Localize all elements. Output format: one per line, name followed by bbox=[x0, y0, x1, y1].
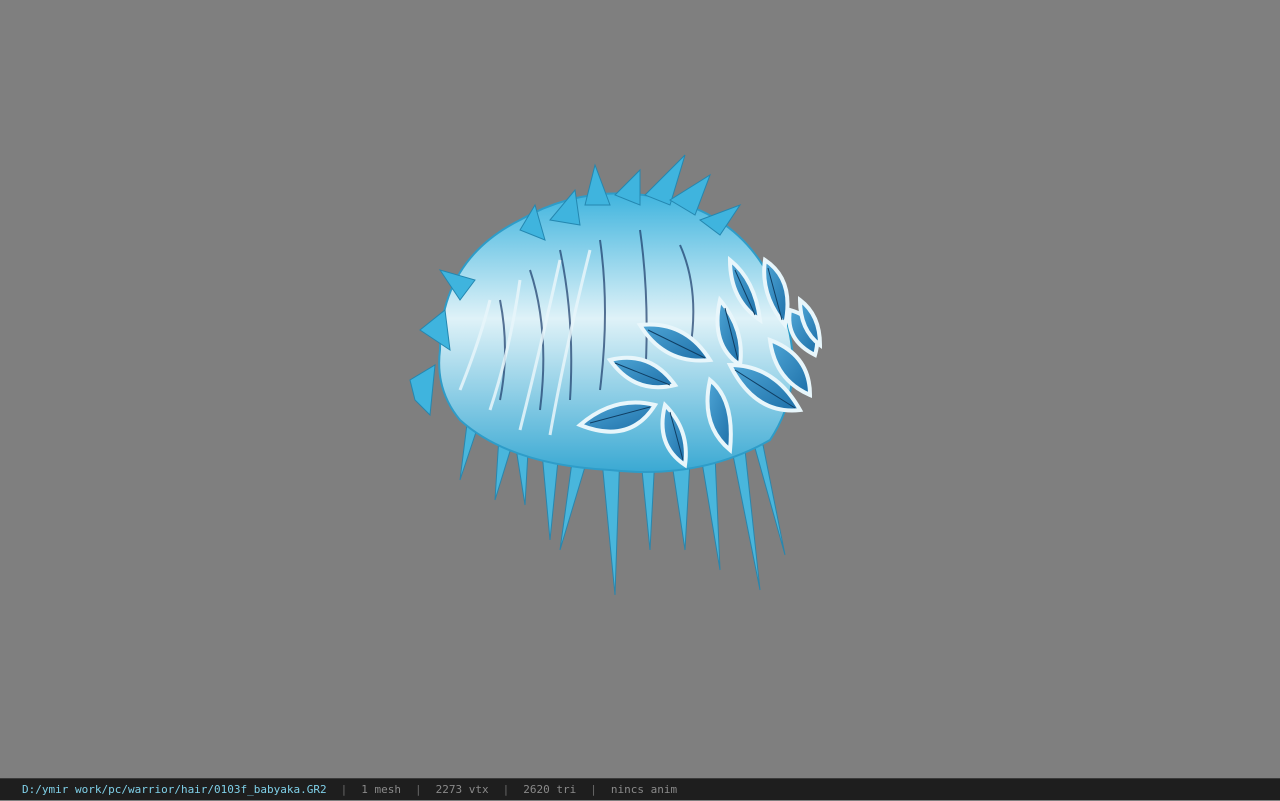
status-bar: D:/ymir work/pc/warrior/hair/0103f_babya… bbox=[0, 778, 1280, 800]
separator: | bbox=[340, 783, 348, 796]
file-path: D:/ymir work/pc/warrior/hair/0103f_babya… bbox=[22, 783, 327, 796]
triangle-count: 2620 tri bbox=[523, 783, 577, 796]
separator: | bbox=[590, 783, 597, 796]
vertex-count: 2273 vtx bbox=[435, 783, 489, 796]
animation-status: nincs anim bbox=[610, 783, 678, 796]
3d-viewport[interactable] bbox=[0, 0, 1280, 778]
mesh-count: 1 mesh bbox=[361, 783, 402, 796]
separator: | bbox=[415, 783, 422, 796]
separator: | bbox=[502, 783, 510, 796]
hair-model-render bbox=[409, 154, 823, 596]
